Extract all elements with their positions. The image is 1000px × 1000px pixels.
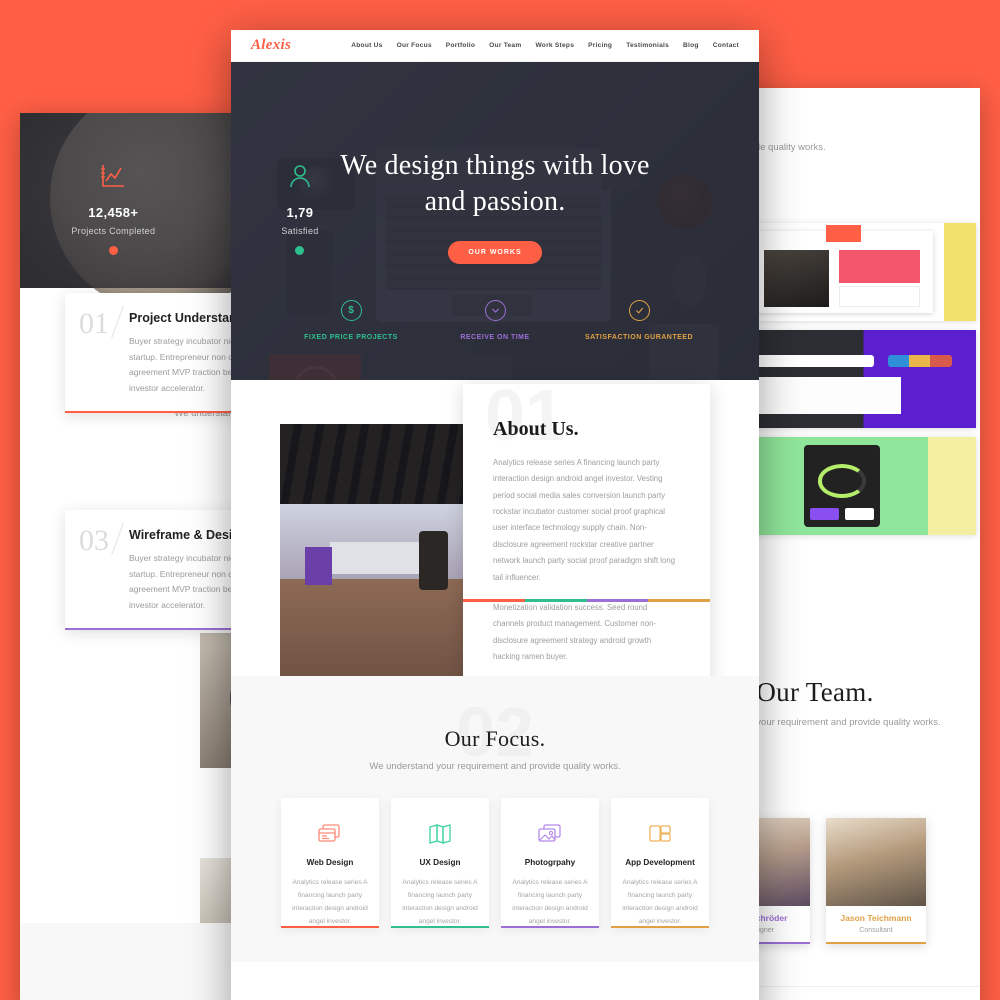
app-development-icon: [621, 820, 699, 848]
focus-title: Our Focus.: [444, 726, 546, 751]
badge-label: FIXED PRICE PROJECTS: [304, 334, 398, 341]
card-title: Web Design: [306, 858, 354, 867]
about-watermark: 01: [485, 376, 566, 456]
about-title: About Us.: [493, 418, 579, 440]
card-text: Analytics release series A financing lau…: [512, 879, 588, 925]
member-accent-bar: [826, 942, 926, 944]
about-paragraph-1: Analytics release series A financing lau…: [493, 458, 676, 582]
member-photo: [826, 818, 926, 906]
our-focus-section: 02 Our Focus. We understand your require…: [231, 676, 759, 963]
card-text: Analytics release series A financing lau…: [292, 879, 368, 925]
nav-item-pricing[interactable]: Pricing: [588, 42, 612, 49]
hero-badges: $ FIXED PRICE PROJECTS RECEIVE ON TIME S…: [231, 300, 759, 341]
step-slash-divider: [111, 522, 124, 556]
ux-design-map-icon: [401, 820, 479, 848]
step-slash-divider: [111, 305, 124, 339]
about-section: 01 About Us. Analytics release series A …: [231, 380, 759, 692]
card-text: Analytics release series A financing lau…: [622, 879, 698, 925]
check-icon: [628, 300, 650, 321]
nav-item-portfolio[interactable]: Portfolio: [446, 42, 475, 49]
card-accent-bar: [611, 926, 709, 929]
card-accent-bar: [391, 926, 489, 929]
about-paragraph-2: Monetization validation success. Seed ro…: [493, 602, 656, 661]
stat-item: 12,458+ Projects Completed: [38, 161, 188, 255]
hero-section: We design things with love and passion. …: [231, 62, 759, 380]
web-design-icon: [291, 820, 369, 848]
stat-label: Projects Completed: [71, 225, 156, 236]
member-role: Consultant: [859, 927, 893, 934]
member-name: Jason Teichmann: [840, 913, 912, 923]
logo[interactable]: Alexis: [251, 37, 291, 54]
site-header: Alexis About Us Our Focus Portfolio Our …: [231, 30, 759, 62]
step-number: 01: [79, 307, 109, 340]
clock-icon: [484, 300, 506, 321]
about-card: 01 About Us. Analytics release series A …: [463, 380, 710, 692]
nav-item-our-team[interactable]: Our Team: [489, 42, 521, 49]
focus-subtitle: We understand your requirement and provi…: [369, 761, 621, 772]
badge-label: SATISFACTION GURANTEED: [584, 334, 694, 341]
nav-item-blog[interactable]: Blog: [683, 42, 699, 49]
chart-growth-icon: [38, 161, 188, 195]
office-photo: [280, 424, 490, 692]
focus-header: 02 Our Focus. We understand your require…: [231, 697, 759, 772]
badge-label: RECEIVE ON TIME: [460, 334, 530, 341]
card-text: Analytics release series A financing lau…: [402, 879, 478, 925]
our-works-button[interactable]: OUR WORKS: [448, 240, 542, 264]
nav-item-about-us[interactable]: About Us: [351, 42, 382, 49]
focus-card-app-development[interactable]: App Development Analytics release series…: [611, 798, 709, 929]
card-accent-bar: [501, 926, 599, 929]
foreground-page: Alexis About Us Our Focus Portfolio Our …: [231, 30, 759, 1000]
photography-image-icon: [511, 820, 589, 848]
hero-badge: RECEIVE ON TIME: [423, 300, 567, 341]
focus-card-photography[interactable]: Photogrpahy Analytics release series A f…: [501, 798, 599, 929]
card-title: Photogrpahy: [524, 858, 576, 867]
step-number: 03: [79, 524, 109, 557]
focus-card-web-design[interactable]: Web Design Analytics release series A fi…: [281, 798, 379, 929]
dollar-icon: $: [340, 300, 362, 321]
hero-heading-line2: and passion.: [424, 186, 566, 218]
nav-item-testimonials[interactable]: Testimonials: [626, 42, 669, 49]
main-navigation: About Us Our Focus Portfolio Our Team Wo…: [351, 42, 739, 49]
card-accent-bar: [281, 926, 379, 929]
stat-dot: [108, 245, 118, 255]
hero-heading: We design things with love and passion.: [231, 148, 759, 221]
hero-badge: $ FIXED PRICE PROJECTS: [279, 300, 423, 341]
focus-card-ux-design[interactable]: UX Design Analytics release series A fin…: [391, 798, 489, 929]
about-accent-bars: [463, 599, 710, 602]
card-title: UX Design: [419, 858, 461, 867]
focus-cards: Web Design Analytics release series A fi…: [231, 798, 759, 929]
card-title: App Development: [625, 858, 695, 867]
hero-heading-line1: We design things with love: [340, 150, 650, 181]
nav-item-our-focus[interactable]: Our Focus: [397, 42, 432, 49]
stat-number: 12,458+: [88, 204, 139, 220]
nav-item-work-steps[interactable]: Work Steps: [535, 42, 574, 49]
team-member-card[interactable]: Jason Teichmann Consultant: [826, 818, 926, 944]
nav-item-contact[interactable]: Contact: [713, 42, 739, 49]
hero-badge: SATISFACTION GURANTEED: [567, 300, 711, 341]
